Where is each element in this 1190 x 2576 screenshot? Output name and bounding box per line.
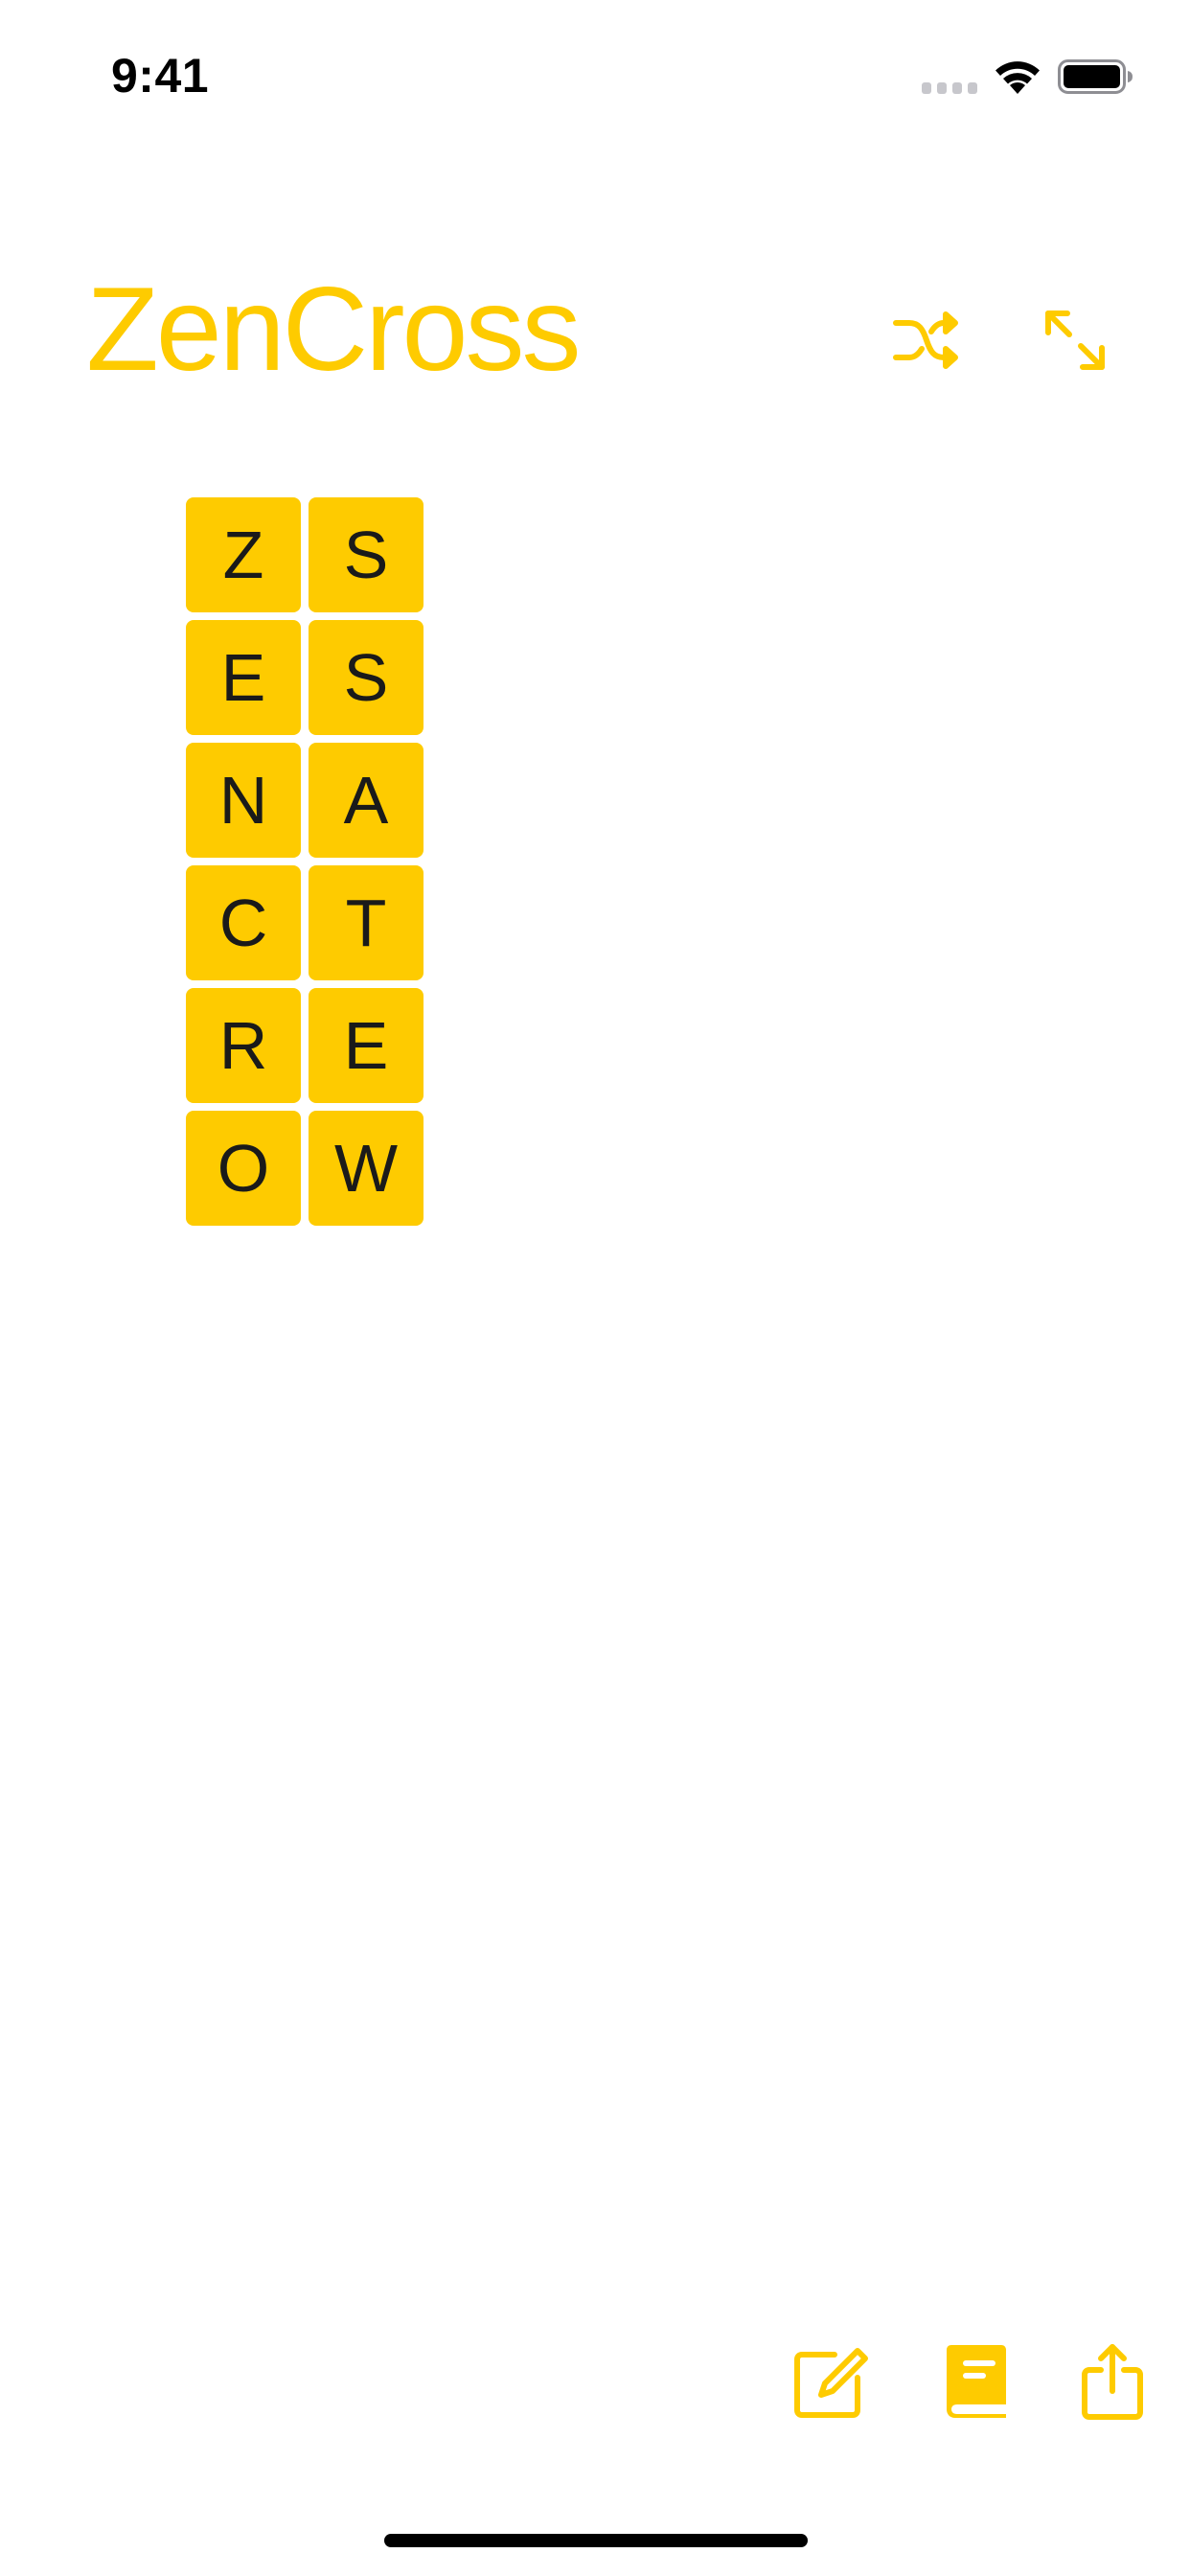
compose-icon <box>794 2348 868 2418</box>
wifi-icon <box>995 61 1040 94</box>
share-icon <box>1082 2344 1143 2420</box>
letter-tile[interactable]: S <box>309 497 423 612</box>
expand-button[interactable] <box>1035 300 1115 380</box>
status-time: 9:41 <box>111 49 210 103</box>
letter-tile[interactable]: E <box>186 620 301 735</box>
letter-tile[interactable]: O <box>186 1111 301 1226</box>
book-icon <box>947 2345 1006 2418</box>
share-button[interactable] <box>1069 2338 1156 2425</box>
home-indicator <box>384 2534 808 2547</box>
cellular-signal-icon <box>922 82 977 94</box>
letter-tile[interactable]: W <box>309 1111 423 1226</box>
shuffle-button[interactable] <box>886 300 967 380</box>
expand-icon <box>1045 310 1105 370</box>
letter-tile[interactable]: Z <box>186 497 301 612</box>
letter-tile[interactable]: T <box>309 865 423 980</box>
battery-icon <box>1058 59 1133 94</box>
dictionary-button[interactable] <box>933 2338 1019 2425</box>
letter-tile[interactable]: C <box>186 865 301 980</box>
app-title: ZenCross <box>86 264 581 396</box>
shuffle-icon <box>893 311 958 369</box>
letter-board: ZSESNACTREOW <box>186 497 423 1226</box>
app-screen: 9:41 ZenCross ZSESNA C T R E O W <box>0 0 1190 2576</box>
letter-tile[interactable]: A <box>309 743 423 858</box>
letter-tile[interactable]: S <box>309 620 423 735</box>
compose-button[interactable] <box>788 2338 874 2425</box>
letter-tile[interactable]: R <box>186 988 301 1103</box>
letter-tile[interactable]: N <box>186 743 301 858</box>
letter-tile[interactable]: E <box>309 988 423 1103</box>
